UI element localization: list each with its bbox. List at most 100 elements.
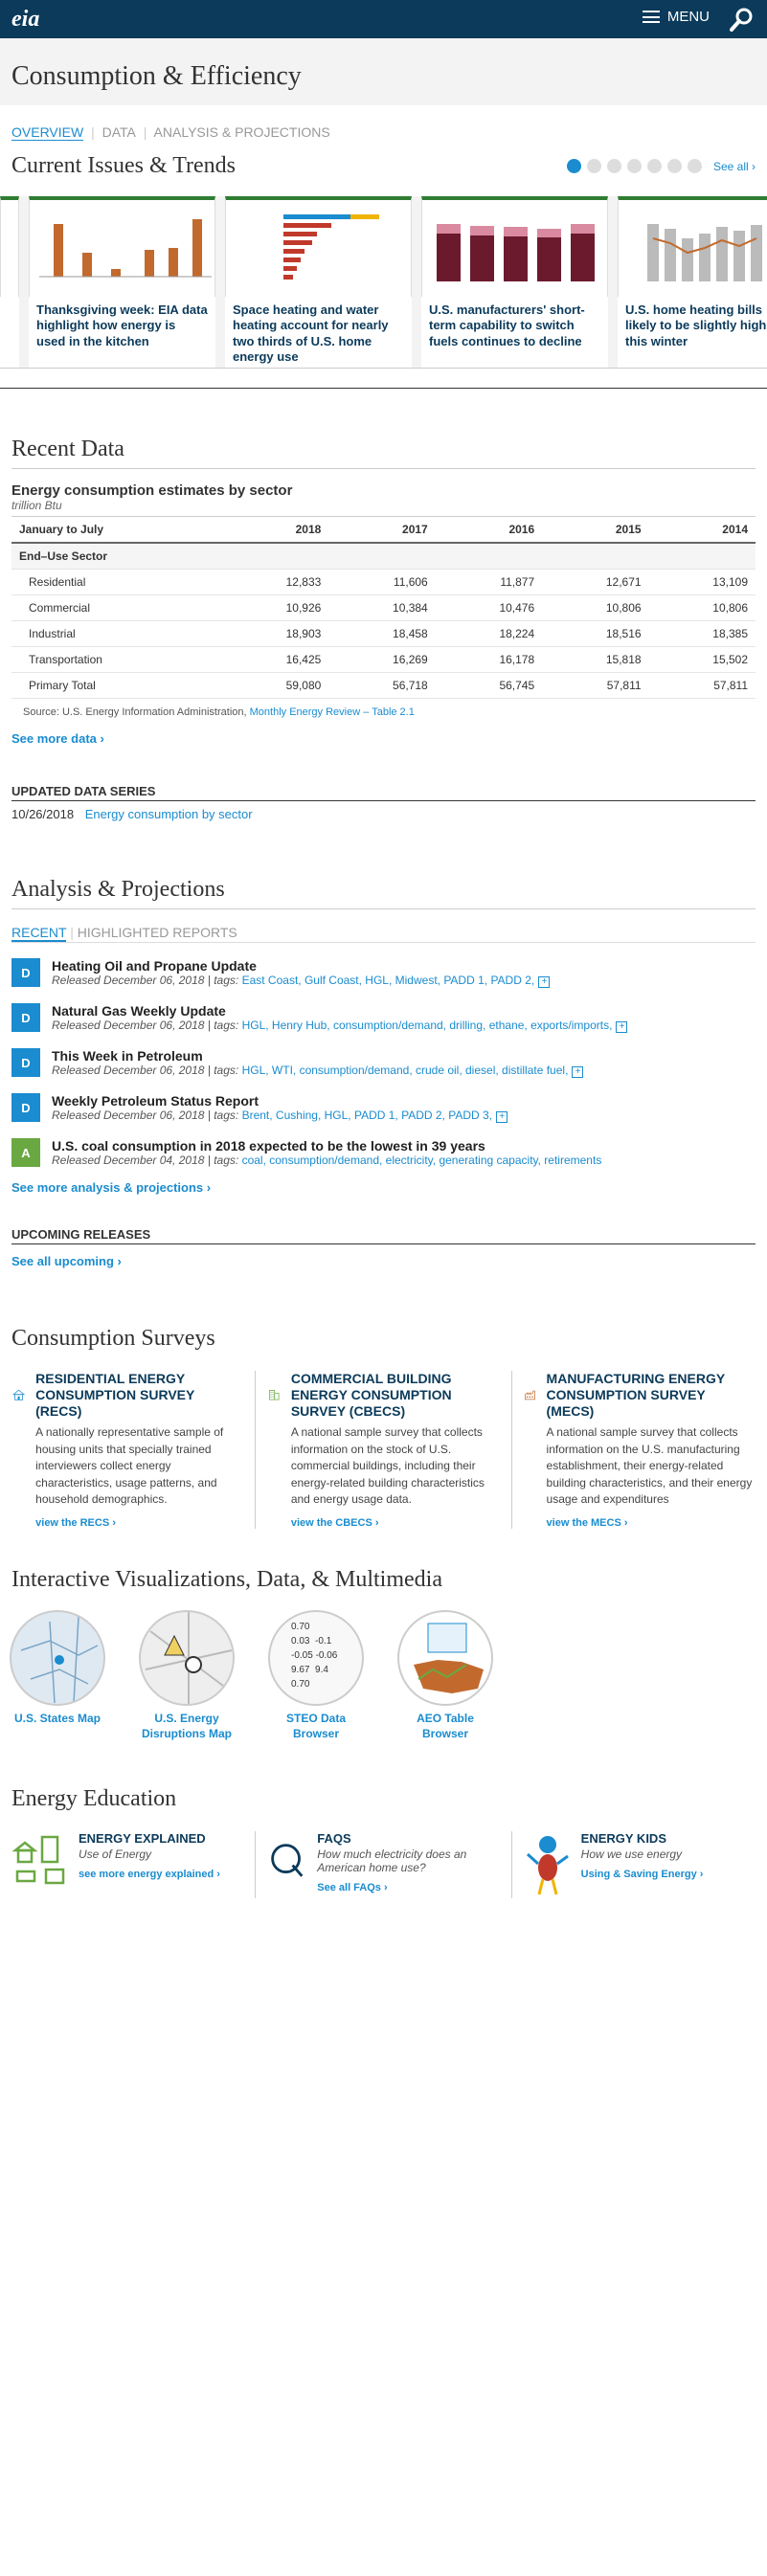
menu-button[interactable]: MENU <box>642 9 710 25</box>
cell: 59,080 <box>221 672 329 699</box>
consumption-table: January to July 2018 2017 2016 2015 2014… <box>11 516 756 699</box>
tab-overview[interactable]: OVERVIEW <box>11 124 84 141</box>
cell: 57,811 <box>648 672 756 699</box>
carousel-dot[interactable] <box>586 159 601 173</box>
report-tags[interactable]: Brent, Cushing, HGL, PADD 1, PADD 2, PAD… <box>242 1109 492 1122</box>
report-title[interactable]: Heating Oil and Propane Update <box>52 958 550 974</box>
steo-value: -0.06 <box>315 1650 338 1662</box>
cell: 18,224 <box>435 620 543 647</box>
edu-link[interactable]: See all FAQs › <box>317 1882 499 1893</box>
group-label: End–Use Sector <box>11 543 756 570</box>
column-header: 2014 <box>648 516 756 544</box>
see-more-analysis-link[interactable]: See more analysis & projections › <box>11 1180 756 1195</box>
report-meta: Released December 06, 2018 | tags: HGL, … <box>52 1064 584 1078</box>
carousel-dot[interactable] <box>687 159 702 173</box>
analysis-item: D This Week in Petroleum Released Decemb… <box>11 1048 756 1078</box>
column-header: 2017 <box>328 516 436 544</box>
search-icon[interactable] <box>729 6 756 33</box>
viz-aeo-browser[interactable]: AEO Table Browser <box>397 1610 493 1741</box>
card-partial <box>0 196 19 368</box>
analysis-item: D Natural Gas Weekly Update Released Dec… <box>11 1003 756 1033</box>
updated-series-title: UPDATED DATA SERIES <box>11 784 756 801</box>
steo-value: -0.05 <box>291 1650 313 1662</box>
cell: 15,502 <box>648 646 756 673</box>
expand-tags-icon[interactable]: + <box>572 1066 584 1078</box>
report-tags[interactable]: coal, consumption/demand, electricity, g… <box>242 1154 602 1167</box>
analysis-section: Analysis & Projections RECENT | HIGHLIGH… <box>11 877 756 1268</box>
education-title: Energy Education <box>11 1785 177 1811</box>
edu-link[interactable]: Using & Saving Energy › <box>581 1869 704 1880</box>
viz-disruptions-map[interactable]: U.S. Energy Disruptions Map <box>139 1610 235 1741</box>
survey-title[interactable]: MANUFACTURING ENERGY CONSUMPTION SURVEY … <box>547 1371 756 1419</box>
release-date: Released December 06, 2018 | tags: <box>52 1019 239 1032</box>
survey-title[interactable]: COMMERCIAL BUILDING ENERGY CONSUMPTION S… <box>291 1371 500 1419</box>
cell: 13,109 <box>648 569 756 595</box>
carousel-dot[interactable] <box>666 159 682 173</box>
carousel-dot[interactable] <box>646 159 662 173</box>
expand-tags-icon[interactable]: + <box>616 1021 628 1033</box>
release-date: Released December 06, 2018 | tags: <box>52 1064 239 1077</box>
carousel-dot[interactable] <box>626 159 642 173</box>
table-title: Energy consumption estimates by sector <box>11 482 293 499</box>
row-label: Transportation <box>11 646 222 673</box>
report-tags[interactable]: East Coast, Gulf Coast, HGL, Midwest, PA… <box>242 974 535 987</box>
survey-title[interactable]: RESIDENTIAL ENERGY CONSUMPTION SURVEY (R… <box>35 1371 243 1419</box>
see-all-link[interactable]: See all › <box>713 160 756 173</box>
viz-steo-browser[interactable]: 0.70 0.03 -0.1 -0.05 -0.06 9.67 9.4 0.70… <box>268 1610 364 1741</box>
tab-highlighted[interactable]: HIGHLIGHTED REPORTS <box>78 925 237 940</box>
report-tags[interactable]: HGL, WTI, consumption/demand, crude oil,… <box>242 1064 569 1077</box>
tab-data[interactable]: DATA <box>102 124 136 140</box>
see-more-data-link[interactable]: See more data › <box>11 731 756 746</box>
report-title[interactable]: Weekly Petroleum Status Report <box>52 1093 508 1109</box>
survey-description: A nationally representative sample of ho… <box>35 1425 224 1506</box>
surveys-title: Consumption Surveys <box>11 1326 215 1351</box>
card-thumbnail <box>0 196 19 297</box>
edu-title[interactable]: ENERGY KIDS <box>581 1831 704 1846</box>
series-link[interactable]: Energy consumption by sector <box>85 807 253 821</box>
steo-value: 0.03 <box>291 1636 310 1647</box>
survey-description: A national sample survey that collects i… <box>290 1425 485 1506</box>
tab-recent[interactable]: RECENT <box>11 925 67 942</box>
issue-card[interactable]: U.S. manufacturers' short-term capabilit… <box>421 196 608 368</box>
viz-states-map[interactable]: U.S. States Map <box>10 1610 105 1741</box>
viz-label: STEO Data Browser <box>285 1712 346 1740</box>
view-recs-link[interactable]: view the RECS › <box>35 1517 243 1529</box>
energy-use-icon <box>11 1835 65 1884</box>
edu-title[interactable]: FAQS <box>317 1831 499 1846</box>
see-all-upcoming-link[interactable]: See all upcoming › <box>11 1254 756 1268</box>
report-tags[interactable]: HGL, Henry Hub, consumption/demand, dril… <box>242 1019 613 1032</box>
expand-tags-icon[interactable]: + <box>496 1111 508 1123</box>
page-hero: Consumption & Efficiency <box>0 38 767 105</box>
source-link[interactable]: Monthly Energy Review – Table 2.1 <box>250 706 415 718</box>
survey-recs: RESIDENTIAL ENERGY CONSUMPTION SURVEY (R… <box>0 1371 257 1530</box>
report-title[interactable]: This Week in Petroleum <box>52 1048 583 1064</box>
edu-title[interactable]: ENERGY EXPLAINED <box>79 1831 220 1846</box>
carousel-dot[interactable] <box>606 159 621 173</box>
issue-card[interactable]: Space heating and water heating account … <box>225 196 412 368</box>
edu-link[interactable]: see more energy explained › <box>79 1869 220 1880</box>
view-cbecs-link[interactable]: view the CBECS › <box>291 1517 500 1529</box>
bar-chart-thumbnail <box>39 219 212 278</box>
house-icon <box>11 1389 26 1400</box>
table-row: Commercial 10,926 10,384 10,476 10,806 1… <box>11 594 756 621</box>
edu-subtitle: Use of Energy <box>79 1847 152 1861</box>
table-unit: trillion Btu <box>11 499 62 512</box>
analysis-title: Analysis & Projections <box>11 877 756 909</box>
issue-card[interactable]: U.S. home heating bills likely to be sli… <box>618 196 767 368</box>
tab-analysis[interactable]: ANALYSIS & PROJECTIONS <box>154 124 330 140</box>
disruptions-map-thumbnail <box>139 1610 235 1707</box>
expand-tags-icon[interactable]: + <box>538 976 551 988</box>
eia-logo[interactable]: eia <box>11 7 39 33</box>
report-type-badge: D <box>11 1003 40 1032</box>
cell: 18,903 <box>221 620 329 647</box>
carousel-dot[interactable] <box>566 159 581 173</box>
viz-list: U.S. States Map U.S. Energy Disruptions … <box>0 1610 767 1741</box>
view-mecs-link[interactable]: view the MECS › <box>547 1517 756 1529</box>
viz-label: U.S. Energy Disruptions Map <box>141 1712 232 1740</box>
column-header: 2016 <box>435 516 543 544</box>
report-title[interactable]: Natural Gas Weekly Update <box>52 1003 627 1019</box>
issue-card[interactable]: Thanksgiving week: EIA data highlight ho… <box>29 196 215 368</box>
report-title[interactable]: U.S. coal consumption in 2018 expected t… <box>52 1138 601 1154</box>
cell: 12,671 <box>542 569 649 595</box>
report-meta: Released December 04, 2018 | tags: coal,… <box>52 1154 601 1167</box>
